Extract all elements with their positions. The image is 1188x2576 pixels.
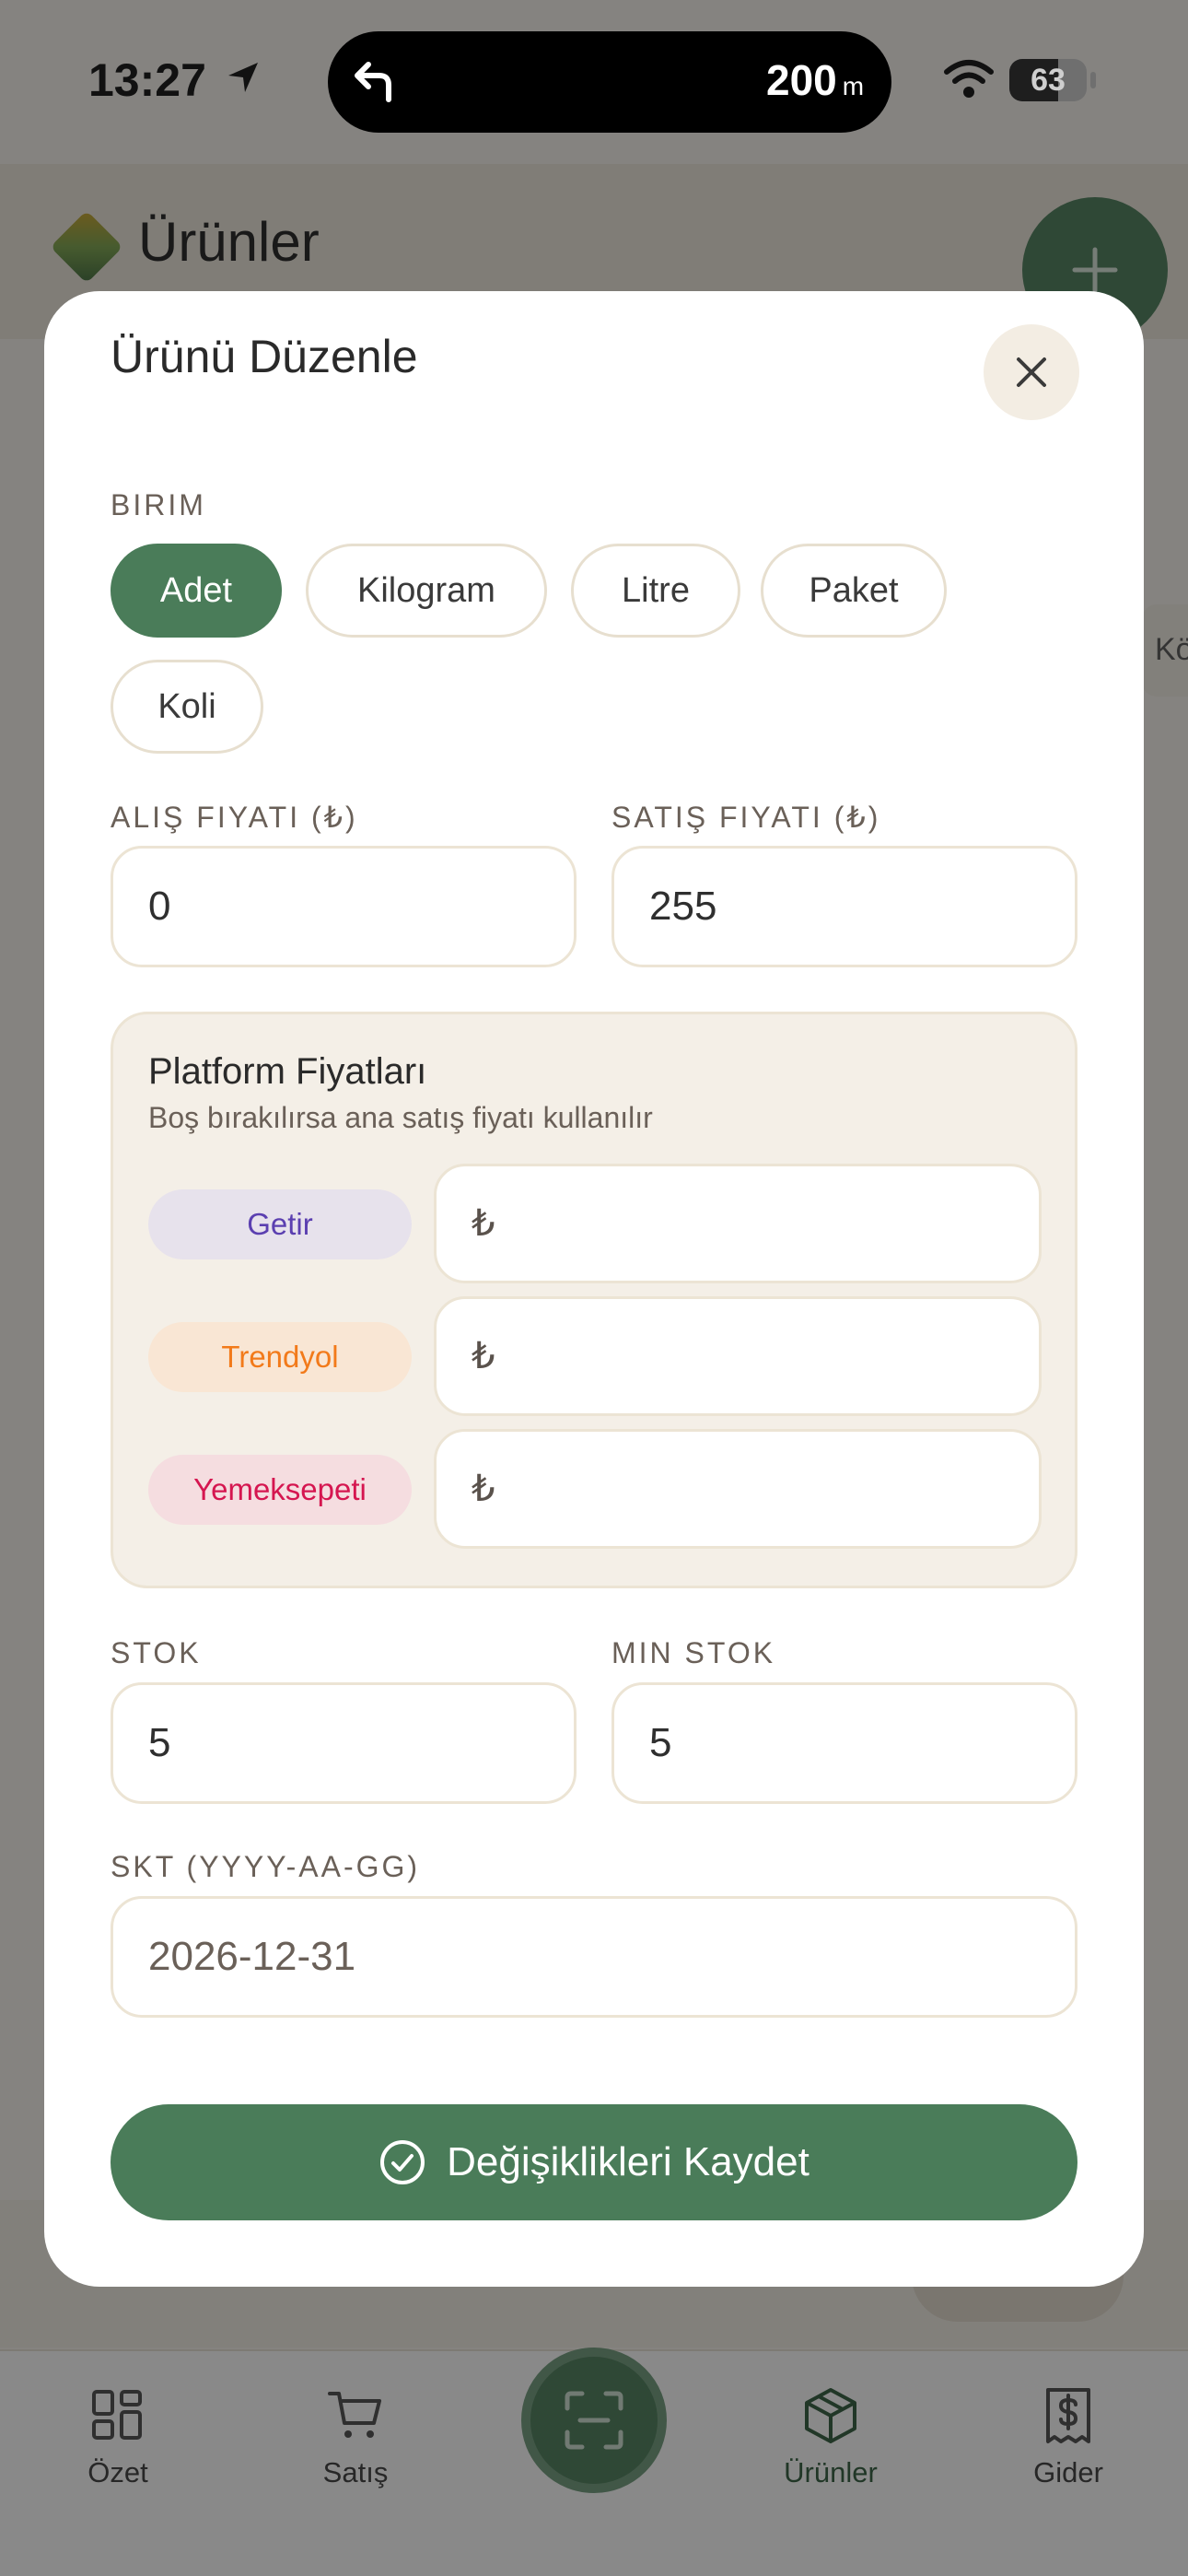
modal-title: Ürünü Düzenle: [111, 331, 418, 382]
battery-tip: [1090, 72, 1096, 88]
platform-price-input-trendyol[interactable]: ₺: [434, 1296, 1042, 1416]
platform-price-input-yemeksepeti[interactable]: ₺: [434, 1429, 1042, 1549]
location-arrow-icon: [228, 63, 258, 92]
platform-badge-trendyol: Trendyol: [148, 1322, 412, 1392]
platform-prices-title: Platform Fiyatları: [148, 1051, 427, 1092]
turn-left-icon: [355, 62, 391, 102]
unit-chip-litre[interactable]: Litre: [571, 544, 740, 638]
nav-distance-value: 200: [766, 56, 837, 104]
check-circle-icon: [380, 2140, 425, 2184]
platform-price-input-getir[interactable]: ₺: [434, 1164, 1042, 1283]
sale-price-label: SATIŞ FIYATI (₺): [611, 801, 881, 834]
unit-chip-adet[interactable]: Adet: [111, 544, 282, 638]
platform-prices-subtitle: Boş bırakılırsa ana satış fiyatı kullanı…: [148, 1101, 653, 1134]
battery-indicator: 63: [1009, 59, 1087, 101]
min-stock-input[interactable]: 5: [611, 1682, 1077, 1804]
expiry-label: SKT (YYYY-AA-GG): [111, 1850, 421, 1883]
unit-label: BIRIM: [111, 488, 206, 521]
close-button[interactable]: [984, 324, 1079, 420]
platform-badge-getir: Getir: [148, 1189, 412, 1259]
nav-distance-unit: m: [842, 72, 865, 100]
unit-chip-kilogram[interactable]: Kilogram: [306, 544, 547, 638]
stock-label: STOK: [111, 1636, 202, 1669]
unit-chip-koli[interactable]: Koli: [111, 660, 263, 754]
purchase-price-label: ALIŞ FIYATI (₺): [111, 801, 358, 834]
unit-chip-paket[interactable]: Paket: [761, 544, 947, 638]
expiry-date-input[interactable]: 2026-12-31: [111, 1896, 1077, 2018]
purchase-price-input[interactable]: 0: [111, 846, 577, 967]
battery-level: 63: [1031, 63, 1066, 98]
sale-price-input[interactable]: 255: [611, 846, 1077, 967]
save-changes-label: Değişiklikleri Kaydet: [447, 2139, 809, 2184]
min-stock-label: MIN STOK: [611, 1636, 776, 1669]
close-icon: [1017, 357, 1046, 387]
save-changes-button[interactable]: Değişiklikleri Kaydet: [111, 2104, 1077, 2220]
save-changes-content: Değişiklikleri Kaydet: [111, 2104, 1077, 2220]
platform-prices-panel: Platform Fiyatları Boş bırakılırsa ana s…: [111, 1012, 1077, 1588]
nav-distance: 200 m: [766, 55, 864, 105]
edit-product-modal: Ürünü Düzenle BIRIM Adet Kilogram Litre …: [44, 291, 1144, 2287]
wifi-icon: [944, 60, 994, 98]
platform-badge-yemeksepeti: Yemeksepeti: [148, 1455, 412, 1525]
status-time: 13:27: [88, 54, 206, 106]
stock-input[interactable]: 5: [111, 1682, 577, 1804]
